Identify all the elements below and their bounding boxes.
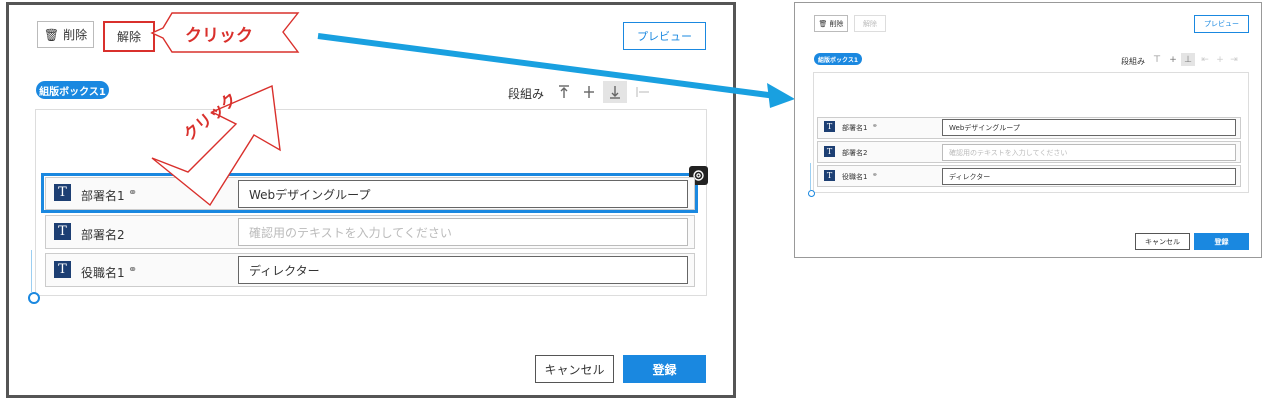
text-type-icon: T (824, 170, 835, 181)
editor-panel-after: 🗑 削除 解除 プレビュー 組版ボックス1 段組み ⊤ + ⊥ ⇤ + ⇥ T … (794, 2, 1262, 258)
trash-icon: 🗑 (818, 19, 828, 28)
resize-handle[interactable] (808, 190, 815, 197)
release-button[interactable]: 解除 (854, 15, 886, 32)
link-icon[interactable]: ⚭ (872, 171, 878, 179)
preview-button-label: プレビュー (1204, 20, 1239, 28)
align-middle-icon[interactable]: + (1167, 53, 1179, 66)
flow-arrow-head (767, 83, 795, 108)
field-label: 部署名2 (842, 149, 868, 157)
field-input[interactable]: Webデザイングループ (942, 119, 1236, 136)
click-callout-label-1: クリック (185, 26, 253, 46)
align-right-icon[interactable]: ⇥ (1228, 53, 1240, 66)
field-label: 役職名1 (842, 173, 868, 181)
resize-line (810, 163, 811, 190)
register-button[interactable]: 登録 (1194, 233, 1249, 250)
text-type-icon: T (824, 146, 835, 157)
box-badge: 組版ボックス1 (814, 53, 862, 65)
delete-button[interactable]: 🗑 削除 (814, 15, 848, 32)
text-type-icon: T (824, 121, 835, 132)
cancel-button-label: キャンセル (1145, 237, 1180, 246)
field-input[interactable]: ディレクター (942, 168, 1236, 185)
release-button-label: 解除 (863, 19, 877, 28)
align-bottom-icon[interactable]: ⊥ (1181, 53, 1195, 66)
align-top-icon[interactable]: ⊤ (1151, 53, 1163, 66)
link-icon[interactable]: ⚭ (872, 122, 878, 130)
cancel-button[interactable]: キャンセル (1135, 233, 1190, 250)
align-center-icon[interactable]: + (1214, 53, 1226, 66)
delete-button-label: 削除 (829, 19, 844, 28)
field-label: 部署名1 (842, 124, 868, 132)
columns-label: 段組み (1121, 57, 1145, 66)
flow-arrow-line (317, 33, 777, 99)
box-badge-label: 組版ボックス1 (818, 56, 858, 64)
field-input[interactable]: 確認用のテキストを入力してください (942, 144, 1236, 161)
align-left-icon[interactable]: ⇤ (1199, 53, 1211, 66)
preview-button[interactable]: プレビュー (1194, 15, 1249, 33)
register-button-label: 登録 (1214, 237, 1229, 246)
